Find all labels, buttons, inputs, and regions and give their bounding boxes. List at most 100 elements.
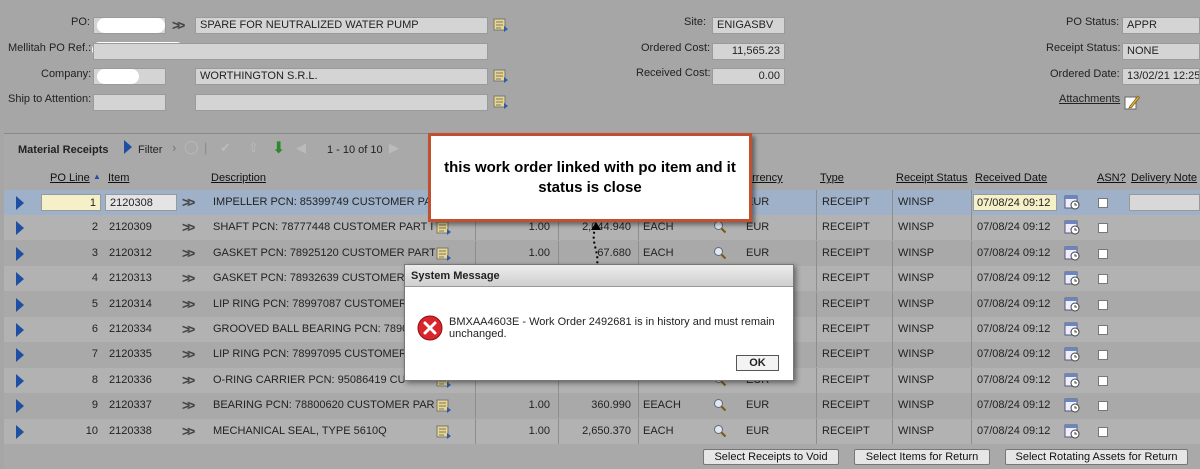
description-detail-icon[interactable] xyxy=(436,399,452,414)
currency-cell: EUR xyxy=(746,424,770,437)
item-chevron-icon[interactable]: >> xyxy=(182,423,195,439)
col-item[interactable]: Item xyxy=(108,172,129,184)
download-icon[interactable]: ⬇ xyxy=(272,138,285,158)
item-cell: 2120313 xyxy=(109,272,152,285)
ship-to-name-field[interactable] xyxy=(195,94,488,111)
asn-checkbox[interactable] xyxy=(1098,223,1108,234)
asn-checkbox[interactable] xyxy=(1098,375,1108,386)
po-description-field[interactable]: SPARE FOR NEUTRALIZED WATER PUMP xyxy=(195,17,488,34)
description-detail-icon[interactable] xyxy=(436,247,452,261)
table-row[interactable]: 10 2120338 >> MECHANICAL SEAL, TYPE 5610Q 1.… xyxy=(4,418,1200,444)
lookup-magnifier-icon[interactable] xyxy=(713,398,727,412)
col-po-line[interactable]: PO Line xyxy=(50,172,90,184)
receipt-status-cell: WINSP xyxy=(898,323,935,335)
date-picker-icon[interactable] xyxy=(1064,397,1080,413)
item-chevron-icon[interactable]: >> xyxy=(182,245,195,261)
date-picker-icon[interactable] xyxy=(1064,372,1080,388)
row-expand-icon[interactable] xyxy=(16,373,24,388)
select-items-for-return-button[interactable]: Select Items for Return xyxy=(854,449,990,465)
item-chevron-icon[interactable]: >> xyxy=(182,397,195,413)
date-picker-icon[interactable] xyxy=(1064,321,1080,337)
asn-checkbox[interactable] xyxy=(1098,299,1108,310)
lookup-magnifier-icon[interactable] xyxy=(713,424,727,438)
description-detail-icon[interactable] xyxy=(436,221,452,236)
col-receipt-status[interactable]: Receipt Status xyxy=(896,172,968,184)
receipt-status-cell: WINSP xyxy=(898,424,935,437)
asn-checkbox[interactable] xyxy=(1098,198,1108,208)
error-icon xyxy=(417,315,443,341)
date-picker-icon[interactable] xyxy=(1064,194,1080,210)
date-picker-icon[interactable] xyxy=(1064,245,1080,261)
column-divider xyxy=(638,240,639,266)
receipt-status-field[interactable]: NONE xyxy=(1122,43,1200,60)
row-expand-icon[interactable] xyxy=(16,348,24,363)
ordered-date-field[interactable]: 13/02/21 12:25 xyxy=(1122,68,1200,85)
date-picker-icon[interactable] xyxy=(1064,296,1080,312)
item-chevron-icon[interactable]: >> xyxy=(182,194,195,210)
column-divider xyxy=(816,190,817,215)
col-asn[interactable]: ASN? xyxy=(1097,172,1126,184)
item-cell: 2120309 xyxy=(109,221,152,234)
item-field[interactable]: 2120308 xyxy=(105,194,177,211)
received-date-field[interactable]: 07/08/24 09:12 xyxy=(973,194,1057,211)
po-chevron-icon[interactable]: >> xyxy=(172,17,185,33)
table-row[interactable]: 9 2120337 >> BEARING PCN: 78800620 CUSTOMER… xyxy=(4,393,1200,419)
ordered-cost-label: Ordered Cost: xyxy=(641,42,711,54)
received-cost-field[interactable]: 0.00 xyxy=(712,68,785,85)
po-line-field[interactable]: 1 xyxy=(41,194,101,211)
ship-to-code-field[interactable] xyxy=(93,94,166,111)
site-field[interactable]: ENIGASBV xyxy=(712,17,785,34)
lookup-magnifier-icon[interactable] xyxy=(713,220,727,234)
col-description[interactable]: Description xyxy=(211,172,266,184)
sort-asc-icon[interactable]: ▲ xyxy=(93,172,101,181)
attachments-link[interactable]: Attachments xyxy=(1059,93,1120,105)
col-delivery-note[interactable]: Delivery Note xyxy=(1131,172,1197,184)
mellitah-po-ref-field[interactable] xyxy=(93,43,488,60)
item-chevron-icon[interactable]: >> xyxy=(182,219,195,235)
row-expand-icon[interactable] xyxy=(16,272,24,287)
company-name-field[interactable]: WORTHINGTON S.R.L. xyxy=(195,68,488,85)
asn-checkbox[interactable] xyxy=(1098,426,1108,437)
filter-button[interactable]: Filter xyxy=(138,144,162,156)
date-picker-icon[interactable] xyxy=(1064,270,1080,286)
select-receipts-to-void-button[interactable]: Select Receipts to Void xyxy=(703,449,839,465)
row-expand-icon[interactable] xyxy=(16,196,24,210)
column-divider xyxy=(816,240,817,266)
row-expand-icon[interactable] xyxy=(16,424,24,439)
asn-checkbox[interactable] xyxy=(1098,401,1108,412)
attachments-icon[interactable] xyxy=(1124,94,1140,110)
col-type[interactable]: Type xyxy=(820,172,844,184)
filter-arrow-icon[interactable] xyxy=(124,140,132,154)
delivery-note-field[interactable] xyxy=(1129,194,1200,211)
next-page-disabled-icon: ▶ xyxy=(389,140,399,155)
date-picker-icon[interactable] xyxy=(1064,219,1080,235)
po-status-field[interactable]: APPR xyxy=(1122,17,1200,34)
row-expand-icon[interactable] xyxy=(16,221,24,236)
quantity-cell: 1.00 xyxy=(528,246,550,259)
asn-checkbox[interactable] xyxy=(1098,274,1108,285)
item-chevron-icon[interactable]: >> xyxy=(182,321,195,337)
row-expand-icon[interactable] xyxy=(16,323,24,337)
description-detail-icon[interactable] xyxy=(436,425,452,439)
detail-menu-icon[interactable] xyxy=(493,18,509,32)
item-chevron-icon[interactable]: >> xyxy=(182,270,195,286)
date-picker-icon[interactable] xyxy=(1064,346,1080,362)
select-rotating-assets-for-return-button[interactable]: Select Rotating Assets for Return xyxy=(1005,449,1188,465)
item-chevron-icon[interactable]: >> xyxy=(182,296,195,312)
asn-checkbox[interactable] xyxy=(1098,350,1108,361)
detail-menu-icon[interactable] xyxy=(493,95,509,109)
item-chevron-icon[interactable]: >> xyxy=(182,346,195,362)
row-expand-icon[interactable] xyxy=(16,297,24,312)
ok-button[interactable]: OK xyxy=(736,355,779,371)
col-received-date[interactable]: Received Date xyxy=(975,172,1047,184)
receipt-status-cell: WINSP xyxy=(898,221,935,234)
item-chevron-icon[interactable]: >> xyxy=(182,372,195,388)
row-expand-icon[interactable] xyxy=(16,246,24,261)
date-picker-icon[interactable] xyxy=(1064,423,1080,439)
detail-menu-icon[interactable] xyxy=(493,69,509,83)
row-expand-icon[interactable] xyxy=(16,399,24,414)
asn-checkbox[interactable] xyxy=(1098,248,1108,259)
ordered-cost-field[interactable]: 11,565.23 xyxy=(712,43,785,60)
asn-checkbox[interactable] xyxy=(1098,325,1108,335)
lookup-magnifier-icon[interactable] xyxy=(713,246,727,260)
